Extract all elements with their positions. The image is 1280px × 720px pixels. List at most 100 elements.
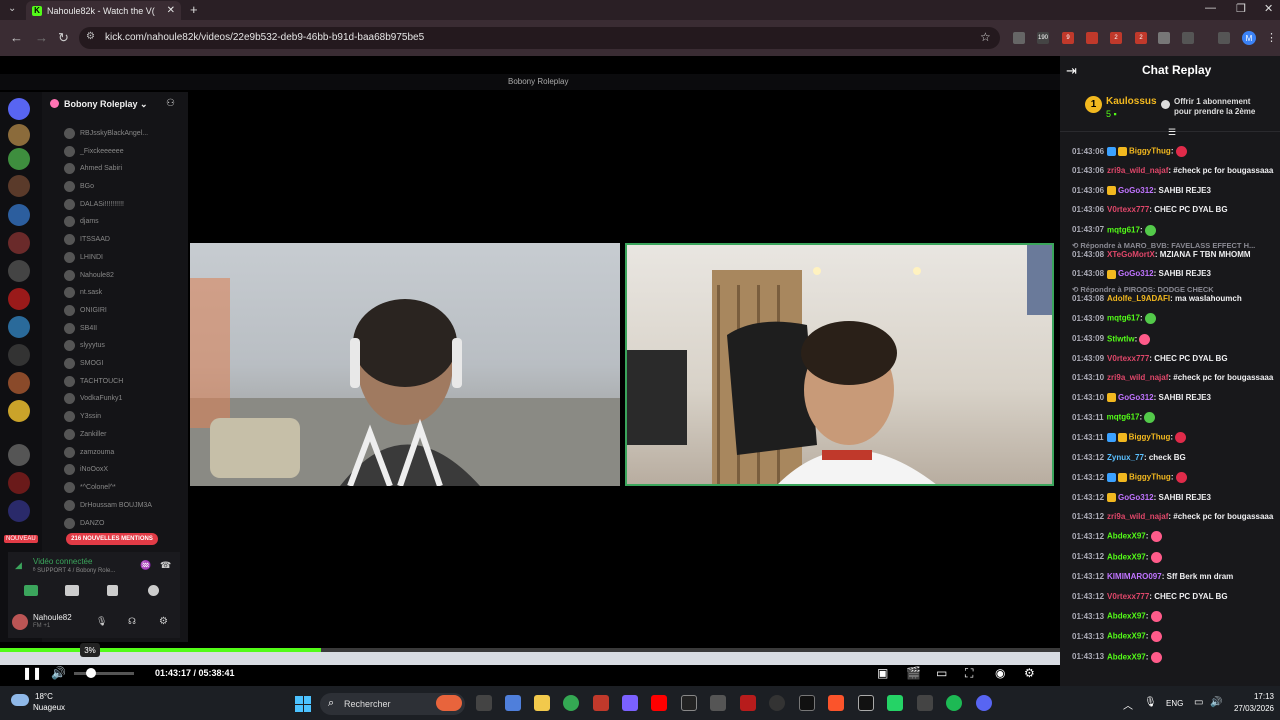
copilot-icon[interactable] xyxy=(505,695,521,711)
member-list-item[interactable]: DANZO xyxy=(64,516,105,530)
member-list-item[interactable]: ONIGIRI xyxy=(64,303,107,317)
discord-server-name[interactable]: Bobony Roleplay ⌄ xyxy=(64,99,148,110)
chat-username[interactable]: XTeGoMortX xyxy=(1107,250,1155,259)
site-info-icon[interactable]: ⚙ xyxy=(86,31,95,42)
member-list-item[interactable]: Zankiller xyxy=(64,427,106,441)
chat-username[interactable]: AbdexX97 xyxy=(1107,612,1146,621)
volume-icon[interactable]: 🔊 xyxy=(51,666,66,680)
camera-icon[interactable] xyxy=(24,585,38,596)
profile-avatar[interactable]: M xyxy=(1242,31,1256,45)
chat-username[interactable]: Adolfe_L9ADAFI xyxy=(1107,294,1170,303)
tradingview-icon[interactable] xyxy=(858,695,874,711)
forward-icon[interactable]: → xyxy=(35,30,48,45)
member-list-item[interactable]: DrHoussam BOUJM3A xyxy=(64,498,152,512)
discord-icon[interactable] xyxy=(976,695,992,711)
chat-message[interactable]: 01:43:12 GoGo312: SAHBI REJE3 xyxy=(1072,493,1276,503)
member-list-item[interactable]: LHINDI xyxy=(64,250,103,264)
chat-message[interactable]: 01:43:08 XTeGoMortX: MZIANA F TBN MHOMM xyxy=(1072,250,1276,260)
search-highlight-icon[interactable] xyxy=(436,695,462,711)
chat-message[interactable]: 01:43:09 mqtg617: xyxy=(1072,313,1276,325)
tray-overflow-icon[interactable]: ︿ xyxy=(1123,697,1133,712)
clip-icon[interactable]: 🎬 xyxy=(906,666,921,680)
member-list-item[interactable]: _Fixckeeeeee xyxy=(64,144,124,158)
browser-menu-icon[interactable]: ⋮ xyxy=(1266,31,1277,44)
member-list-item[interactable]: slyyytus xyxy=(64,338,105,352)
chat-message[interactable]: 01:43:12 BiggyThug: xyxy=(1072,472,1276,484)
teams-icon[interactable] xyxy=(622,695,638,711)
chat-message[interactable]: 01:43:09 Stlwtlw: xyxy=(1072,333,1276,345)
expand-leaderboard-icon[interactable]: ☰ xyxy=(1168,127,1176,138)
minimize-icon[interactable]: — xyxy=(1205,2,1216,14)
app-icon[interactable] xyxy=(710,695,726,711)
chat-message[interactable]: 01:43:13 AbdexX97: xyxy=(1072,631,1276,643)
reload-icon[interactable]: ↻ xyxy=(58,30,69,46)
chat-username[interactable]: V0rtexx777 xyxy=(1107,354,1149,363)
tray-date[interactable]: 27/03/2026 xyxy=(1222,704,1274,713)
weather-temperature[interactable]: 18°C xyxy=(35,692,53,701)
user-settings-icon[interactable]: ⚙ xyxy=(159,616,168,627)
chat-message[interactable]: 01:43:07 mqtg617: xyxy=(1072,224,1276,236)
settings-gear-icon[interactable]: ⚙ xyxy=(1024,666,1035,680)
member-list-item[interactable]: Y3ssin xyxy=(64,409,101,423)
avatar[interactable] xyxy=(12,614,28,630)
chat-username[interactable]: BiggyThug xyxy=(1129,433,1171,442)
task-view-icon[interactable] xyxy=(476,695,492,711)
chat-message[interactable]: 01:43:06 GoGo312: SAHBI REJE3 xyxy=(1072,186,1276,196)
disconnect-icon[interactable]: ☎ xyxy=(160,560,171,571)
spotify-icon[interactable] xyxy=(946,695,962,711)
theater-mode-icon[interactable]: ▣ xyxy=(877,666,888,680)
chat-username[interactable]: GoGo312 xyxy=(1118,493,1154,502)
extension-icon[interactable] xyxy=(1158,32,1170,44)
member-list-item[interactable]: SMOGI xyxy=(64,356,103,370)
tab-search-icon[interactable]: ⌄ xyxy=(8,3,16,14)
chat-message[interactable]: 01:43:06 zri9a_wild_najaf: #check pc for … xyxy=(1072,166,1276,176)
extensions-puzzle-icon[interactable] xyxy=(1182,32,1194,44)
miniplayer-icon[interactable]: ▭ xyxy=(936,666,947,680)
chat-username[interactable]: mqtg617 xyxy=(1107,225,1140,234)
fn-app-icon[interactable] xyxy=(681,695,697,711)
extension-badge-icon[interactable]: 2 xyxy=(1110,32,1122,44)
add-member-icon[interactable]: ⚇ xyxy=(166,98,175,109)
gift-leader-name[interactable]: Kaulossus xyxy=(1106,96,1157,107)
chat-username[interactable]: Zynux_77 xyxy=(1107,453,1144,462)
chat-message[interactable]: 01:43:09 V0rtexx777: CHEC PC DYAL BG xyxy=(1072,354,1276,364)
chat-username[interactable]: GoGo312 xyxy=(1118,186,1154,195)
chat-message[interactable]: 01:43:12 Zynux_77: check BG xyxy=(1072,453,1276,463)
bookmark-star-icon[interactable]: ☆ xyxy=(980,30,991,44)
chat-username[interactable]: AbdexX97 xyxy=(1107,632,1146,641)
new-tab-icon[interactable]: + xyxy=(190,2,198,17)
chat-message[interactable]: 01:43:12 zri9a_wild_najaf: #check pc for … xyxy=(1072,512,1276,522)
extension-counter-icon[interactable]: 190 xyxy=(1037,32,1049,44)
app-icon[interactable] xyxy=(593,695,609,711)
chat-username[interactable]: mqtg617 xyxy=(1107,413,1140,422)
chat-username[interactable]: V0rtexx777 xyxy=(1107,205,1149,214)
chat-username[interactable]: AbdexX97 xyxy=(1107,532,1146,541)
extension-badge-icon[interactable]: 9 xyxy=(1062,32,1074,44)
member-list-item[interactable]: Nahoule82 xyxy=(64,268,114,282)
weather-description[interactable]: Nuageux xyxy=(33,703,65,712)
extension-icon[interactable] xyxy=(1086,32,1098,44)
chat-message[interactable]: 01:43:06 V0rtexx777: CHEC PC DYAL BG xyxy=(1072,205,1276,215)
chat-username[interactable]: AbdexX97 xyxy=(1107,552,1146,561)
maximize-icon[interactable]: ❐ xyxy=(1236,2,1246,15)
member-list-item[interactable]: VodkaFunky1 xyxy=(64,391,122,405)
chat-message[interactable]: 01:43:10 GoGo312: SAHBI REJE3 xyxy=(1072,393,1276,403)
tray-language[interactable]: ENG xyxy=(1166,699,1183,708)
member-list-item[interactable]: BGo xyxy=(64,179,94,193)
brave-icon[interactable] xyxy=(828,695,844,711)
volume-slider-handle[interactable] xyxy=(86,668,96,678)
chat-username[interactable]: KIMIMARO097 xyxy=(1107,572,1162,581)
weather-cloud-icon[interactable] xyxy=(11,694,29,706)
member-list-item[interactable]: DALASi!!!!!!!!!! xyxy=(64,197,124,211)
member-list-item[interactable]: zamzouma xyxy=(64,445,114,459)
chat-message[interactable]: 01:43:12 AbdexX97: xyxy=(1072,551,1276,563)
file-explorer-icon[interactable] xyxy=(534,695,550,711)
member-list-item[interactable]: iNoOoxX xyxy=(64,462,108,476)
chat-username[interactable]: AbdexX97 xyxy=(1107,652,1146,661)
chat-message[interactable]: 01:43:13 AbdexX97: xyxy=(1072,651,1276,663)
chat-message[interactable]: 01:43:08 GoGo312: SAHBI REJE3 xyxy=(1072,269,1276,279)
chat-username[interactable]: zri9a_wild_najaf xyxy=(1107,166,1168,175)
url-text[interactable]: kick.com/nahoule82k/videos/22e9b532-deb9… xyxy=(105,32,424,43)
chat-username[interactable]: GoGo312 xyxy=(1118,393,1154,402)
member-list-item[interactable]: nt.sask xyxy=(64,285,102,299)
